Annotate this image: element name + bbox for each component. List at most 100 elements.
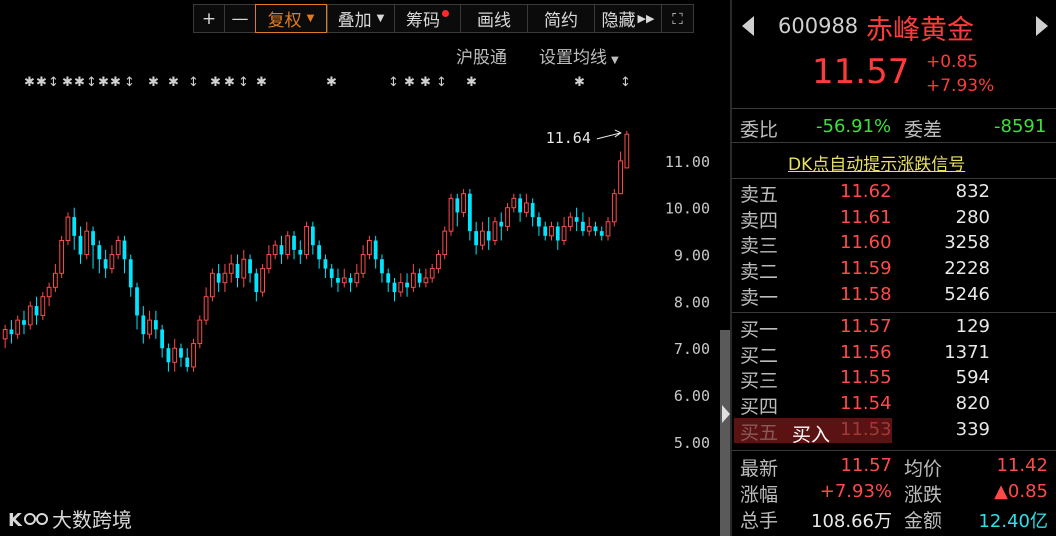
candle[interactable] (141, 306, 146, 344)
candle[interactable] (115, 235, 121, 260)
candle[interactable] (341, 268, 347, 288)
event-marker-icon[interactable]: ↕ (124, 74, 135, 92)
event-marker-icon[interactable]: ↕ (388, 74, 399, 92)
ask-row-price[interactable]: 11.61 (840, 207, 892, 228)
candle[interactable] (203, 287, 209, 325)
candle[interactable] (505, 203, 510, 232)
candle[interactable] (272, 240, 278, 260)
bid-row-price[interactable]: 11.57 (840, 316, 892, 337)
event-marker-icon[interactable]: ✱ (326, 74, 337, 92)
candle[interactable] (593, 221, 598, 236)
candle[interactable] (279, 235, 284, 264)
event-marker-icon[interactable]: ✱ (62, 74, 73, 92)
candle[interactable] (65, 212, 71, 246)
ask-row-price[interactable]: 11.58 (840, 284, 892, 305)
candle[interactable] (266, 245, 272, 274)
event-marker-icon[interactable]: ↕ (48, 74, 59, 92)
candle[interactable] (128, 254, 133, 297)
candle[interactable] (561, 217, 567, 246)
candle[interactable] (499, 212, 504, 241)
candle[interactable] (153, 310, 158, 339)
candle[interactable] (323, 254, 328, 278)
candle[interactable] (147, 310, 152, 339)
candle[interactable] (574, 207, 579, 232)
next-stock-arrow-icon[interactable] (1036, 16, 1048, 36)
candle[interactable] (555, 221, 560, 250)
candle[interactable] (380, 254, 384, 283)
candle[interactable] (567, 212, 573, 232)
event-marker-icon[interactable]: ✱ (224, 74, 235, 92)
candle[interactable] (27, 301, 33, 330)
event-marker-icon[interactable]: ✱ (168, 74, 179, 92)
candle[interactable] (166, 343, 171, 372)
candle[interactable] (78, 226, 83, 264)
event-marker-icon[interactable]: ✱ (404, 74, 415, 92)
candle[interactable] (442, 226, 448, 260)
candle[interactable] (530, 198, 535, 227)
candle[interactable] (611, 188, 617, 227)
ma-settings-link[interactable]: 设置均线 ▼ (539, 43, 619, 68)
candle[interactable] (40, 292, 46, 321)
candle[interactable] (97, 240, 102, 274)
candle[interactable] (292, 231, 296, 260)
event-marker-icon[interactable]: ↕ (436, 74, 447, 92)
candle[interactable] (386, 268, 391, 293)
candle[interactable] (455, 193, 460, 227)
candle[interactable] (348, 273, 353, 293)
candle[interactable] (298, 240, 303, 264)
candle[interactable] (34, 296, 39, 325)
ask-row-price[interactable]: 11.62 (840, 181, 892, 202)
candle[interactable] (581, 212, 585, 236)
candle[interactable] (605, 217, 611, 241)
candle[interactable] (9, 320, 14, 344)
candle[interactable] (260, 263, 266, 297)
buy-button[interactable]: 买入 (792, 420, 830, 447)
event-marker-icon[interactable]: ✱ (574, 74, 585, 92)
dk-signal-link[interactable]: DK点自动提示涨跌信号 (788, 150, 965, 175)
candle[interactable] (618, 151, 623, 195)
candle[interactable] (103, 249, 108, 278)
event-marker-icon[interactable]: ✱ (256, 74, 267, 92)
candle[interactable] (523, 193, 529, 218)
hugutong-link[interactable]: 沪股通 (456, 43, 507, 68)
candle[interactable] (448, 193, 454, 236)
event-marker-icon[interactable]: ↕ (188, 74, 199, 92)
candle[interactable] (135, 282, 139, 330)
candle[interactable] (461, 188, 466, 218)
candle[interactable] (216, 263, 221, 293)
candle[interactable] (474, 221, 479, 255)
candle[interactable] (436, 249, 441, 274)
candle[interactable] (197, 315, 203, 349)
bid-row-price[interactable]: 11.54 (840, 393, 892, 414)
draw-line-button[interactable]: 画线 (460, 4, 527, 33)
event-marker-icon[interactable]: ✱ (36, 74, 47, 92)
candle[interactable] (317, 240, 322, 269)
candle[interactable] (191, 338, 196, 372)
candle[interactable] (15, 315, 21, 339)
chips-button[interactable]: 筹码 (394, 4, 460, 33)
overlay-button[interactable]: 叠加 ▼ (327, 4, 394, 33)
prev-stock-arrow-icon[interactable] (742, 16, 754, 36)
event-marker-icon[interactable]: ✱ (110, 74, 121, 92)
candle[interactable] (122, 235, 127, 274)
candle[interactable] (91, 226, 95, 269)
candle[interactable] (304, 221, 309, 260)
candle[interactable] (492, 217, 498, 246)
zoom-out-button[interactable]: — (224, 4, 255, 33)
candle[interactable] (480, 221, 485, 250)
candle[interactable] (209, 268, 215, 302)
candle[interactable] (241, 249, 247, 288)
candle[interactable] (336, 268, 340, 293)
candle[interactable] (254, 268, 259, 302)
candle[interactable] (624, 130, 630, 169)
candle[interactable] (511, 193, 517, 213)
event-marker-icon[interactable]: ✱ (210, 74, 221, 92)
candle[interactable] (373, 235, 378, 269)
candle[interactable] (398, 273, 404, 297)
event-marker-icon[interactable]: ✱ (74, 74, 85, 92)
candle[interactable] (429, 263, 435, 283)
event-marker-icon[interactable]: ✱ (466, 74, 477, 92)
candle[interactable] (310, 221, 315, 255)
vertical-scrollbar[interactable] (720, 330, 730, 536)
ask-row-price[interactable]: 11.60 (840, 232, 892, 253)
